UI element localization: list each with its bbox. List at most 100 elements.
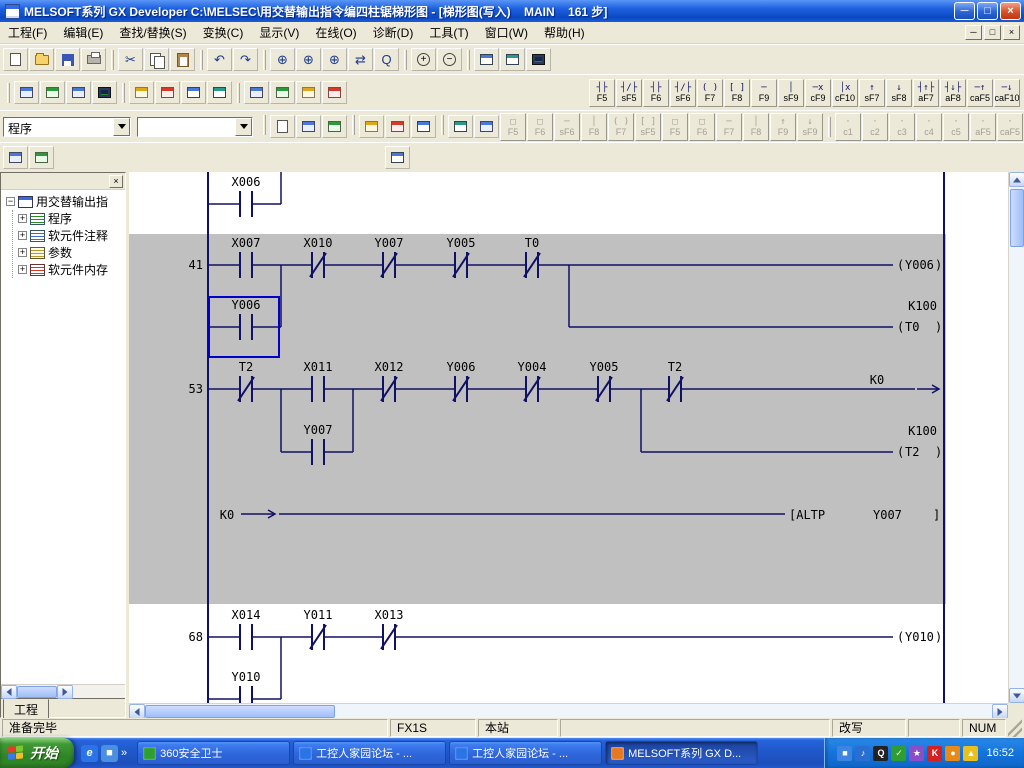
tree-item[interactable]: +参数 xyxy=(15,244,125,261)
scroll-right-icon[interactable] xyxy=(57,685,73,699)
ladder-symbol-F5-button[interactable]: ┤├F5 xyxy=(589,79,615,107)
ladder-symbol-sF6-button[interactable]: ┤/├sF6 xyxy=(670,79,696,107)
close-button[interactable]: × xyxy=(1000,2,1021,20)
ladder-symbol-cF9-button[interactable]: ─xcF9 xyxy=(805,79,831,107)
find-device-button[interactable]: ⊕ xyxy=(270,48,295,71)
cross-reference-button[interactable]: Q xyxy=(374,48,399,71)
show-desktop-icon[interactable]: ■ xyxy=(101,745,118,762)
input-method-icon[interactable]: ★ xyxy=(909,746,924,761)
expand-icon[interactable]: + xyxy=(18,214,27,223)
expand-icon[interactable]: + xyxy=(18,265,27,274)
find-coil-button[interactable]: ⊕ xyxy=(322,48,347,71)
ladder-symbol-F7-button[interactable]: ( )F7 xyxy=(697,79,723,107)
ladder-symbol-aF7-button[interactable]: ┤↑├aF7 xyxy=(913,79,939,107)
program-check-button[interactable] xyxy=(155,81,180,104)
chevron-icon[interactable] xyxy=(121,747,127,759)
antivirus-k-icon[interactable]: K xyxy=(927,746,942,761)
ladder-symbol-sF9-button[interactable]: │sF9 xyxy=(778,79,804,107)
ladder-hscrollbar[interactable] xyxy=(129,703,1008,718)
menu-item[interactable]: 在线(O) xyxy=(307,21,364,44)
read-from-plc-button[interactable] xyxy=(40,81,65,104)
tree-root-item[interactable]: − 用交替输出指 xyxy=(3,193,125,210)
scroll-up-icon[interactable] xyxy=(1009,172,1024,187)
scroll-right-icon[interactable] xyxy=(992,704,1008,719)
save-project-button[interactable] xyxy=(55,48,80,71)
note-button[interactable] xyxy=(244,81,269,104)
taskbar-task-button[interactable]: MELSOFT系列 GX D... xyxy=(605,741,758,765)
expand-icon[interactable]: + xyxy=(18,248,27,257)
ladder-coil-label[interactable]: Y010 xyxy=(905,630,934,644)
tree-item[interactable]: +软元件内存 xyxy=(15,261,125,278)
declare-edit-button[interactable] xyxy=(411,115,436,138)
cut-button[interactable]: ✂ xyxy=(118,48,143,71)
mdi-close-button[interactable]: × xyxy=(1003,25,1020,40)
mdi-restore-button[interactable]: □ xyxy=(984,25,1001,40)
ladder-symbol-F8-button[interactable]: [ ]F8 xyxy=(724,79,750,107)
scroll-left-icon[interactable] xyxy=(1,685,17,699)
expand-icon[interactable]: + xyxy=(18,231,27,240)
ladder-coil-label[interactable]: Y006 xyxy=(905,258,934,272)
label-edit-button[interactable] xyxy=(474,115,499,138)
ladder-coil-label[interactable]: T2 xyxy=(905,445,919,459)
menu-item[interactable]: 变换(C) xyxy=(195,21,252,44)
update-icon[interactable]: ● xyxy=(945,746,960,761)
ladder-symbol-sF5-button[interactable]: ┤/├sF5 xyxy=(616,79,642,107)
monitor-write-mode-button[interactable] xyxy=(129,81,154,104)
comment-display-button[interactable] xyxy=(500,48,525,71)
menu-item[interactable]: 显示(V) xyxy=(251,21,307,44)
qq-icon[interactable]: Q xyxy=(873,746,888,761)
note-edit-button[interactable] xyxy=(385,115,410,138)
ladder-coil-label[interactable]: T0 xyxy=(905,320,919,334)
ladder-vscrollbar[interactable] xyxy=(1008,172,1024,703)
project-window-toggle-button[interactable] xyxy=(385,146,410,169)
write-to-plc-button[interactable] xyxy=(66,81,91,104)
redo-button[interactable]: ↷ xyxy=(233,48,258,71)
zoom-in-button[interactable]: + xyxy=(411,48,436,71)
ladder-logic-test-button[interactable] xyxy=(296,81,321,104)
ladder-mode-button[interactable] xyxy=(3,146,28,169)
network-icon[interactable]: ■ xyxy=(837,746,852,761)
scroll-down-icon[interactable] xyxy=(1009,688,1024,703)
statement-button[interactable] xyxy=(207,81,232,104)
program-type-combobox[interactable]: 程序 xyxy=(3,117,131,137)
secondary-combobox[interactable] xyxy=(137,117,253,137)
transfer-setup-button[interactable] xyxy=(14,81,39,104)
collapse-icon[interactable]: − xyxy=(6,197,15,206)
statement-edit-button[interactable] xyxy=(359,115,384,138)
sfc-mode-button[interactable] xyxy=(29,146,54,169)
menu-item[interactable]: 诊断(D) xyxy=(365,21,422,44)
macro-edit-button[interactable] xyxy=(448,115,473,138)
ladder-symbol-view-button[interactable] xyxy=(296,115,321,138)
ladder-canvas[interactable]: X006X007X010Y007Y005T0Y006T2X011X012Y006… xyxy=(129,172,1008,703)
shield-icon[interactable]: ▲ xyxy=(963,746,978,761)
menu-item[interactable]: 工具(T) xyxy=(421,21,476,44)
paste-button[interactable] xyxy=(170,48,195,71)
ladder-symbol-aF8-button[interactable]: ┤↓├aF8 xyxy=(940,79,966,107)
ladder-symbol-cF10-button[interactable]: │xcF10 xyxy=(832,79,858,107)
close-tree-icon[interactable]: × xyxy=(109,175,123,188)
tree-item[interactable]: +软元件注释 xyxy=(15,227,125,244)
menu-item[interactable]: 编辑(E) xyxy=(55,21,111,44)
sampling-trace-button[interactable] xyxy=(322,81,347,104)
ladder-symbol-caF5-button[interactable]: ─↑caF5 xyxy=(967,79,993,107)
safety-icon[interactable]: ✓ xyxy=(891,746,906,761)
device-comment-button[interactable] xyxy=(181,81,206,104)
combo-dropdown-icon[interactable] xyxy=(113,118,130,136)
find-contact-button[interactable]: ⊕ xyxy=(296,48,321,71)
monitor-window-button[interactable] xyxy=(526,48,551,71)
ladder-vscroll-thumb[interactable] xyxy=(1010,189,1024,247)
new-project-button[interactable] xyxy=(3,48,28,71)
ladder-symbol-caF10-button[interactable]: ─↓caF10 xyxy=(994,79,1020,107)
find-replace-button[interactable]: ⇄ xyxy=(348,48,373,71)
open-project-button[interactable] xyxy=(29,48,54,71)
tree-hscroll-thumb[interactable] xyxy=(17,686,57,698)
taskbar-task-button[interactable]: 工控人家园论坛 - ... xyxy=(449,741,602,765)
start-button[interactable]: 开始 xyxy=(0,738,74,768)
minimize-button[interactable]: ─ xyxy=(954,2,975,20)
mdi-minimize-button[interactable]: ─ xyxy=(965,25,982,40)
ladder-symbol-sF7-button[interactable]: ↑sF7 xyxy=(859,79,885,107)
monitor-mode-button[interactable] xyxy=(92,81,117,104)
copy-button[interactable] xyxy=(144,48,169,71)
device-test-button[interactable] xyxy=(270,81,295,104)
menu-item[interactable]: 帮助(H) xyxy=(536,21,593,44)
